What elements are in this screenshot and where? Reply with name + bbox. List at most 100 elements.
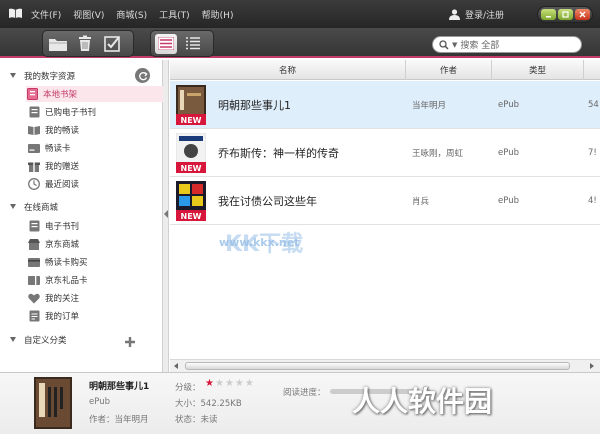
maximize-icon [561, 11, 569, 18]
card-icon [28, 142, 40, 154]
login-link[interactable]: 登录/注册 [448, 0, 504, 28]
expand-triangle-icon [10, 73, 16, 78]
book-logo-icon [9, 8, 22, 18]
detail-view-button[interactable] [182, 34, 204, 54]
book-title: 我在讨债公司这些年 [218, 195, 317, 208]
close-button[interactable] [574, 9, 590, 20]
sidebar-item-label: 我的订单 [45, 312, 80, 322]
menu-help[interactable]: 帮助(H) [202, 8, 234, 21]
delete-button[interactable] [74, 34, 96, 54]
order-icon [28, 310, 40, 322]
collapse-arrow-icon[interactable] [164, 210, 168, 218]
section-online-store[interactable]: 在线商城 [0, 199, 163, 215]
book-author: 肖兵 [412, 197, 430, 207]
book-size: 54 [588, 100, 599, 110]
star-filled-icon[interactable]: ★ [205, 378, 214, 389]
minimize-button[interactable] [540, 9, 556, 20]
watermark-main: 人人软件园 [352, 385, 493, 418]
book-cover-image: NEW [176, 85, 206, 125]
column-header-name[interactable]: 名称 [170, 60, 406, 80]
sidebar-item-orders[interactable]: 我的订单 [28, 308, 163, 324]
detail-view-icon [186, 37, 200, 50]
progress-label: 阅读进度： [283, 388, 326, 398]
table-row[interactable]: NEW 明朝那些事儿1 当年明月 ePub 54 [170, 81, 600, 129]
column-header-type[interactable]: 类型 [492, 60, 584, 80]
card-icon [28, 256, 40, 268]
table-header: 名称 作者 类型 [170, 60, 600, 80]
sidebar-item-buy-card[interactable]: 畅读卡购买 [28, 254, 163, 270]
menu-file[interactable]: 文件(F) [31, 8, 61, 21]
book-type: ePub [498, 196, 519, 206]
detail-title: 明朝那些事儿1 [89, 382, 150, 392]
scrollbar-thumb[interactable] [185, 362, 570, 370]
expand-triangle-icon [10, 337, 16, 342]
add-category-icon[interactable] [124, 336, 136, 348]
refresh-button[interactable] [135, 68, 150, 83]
clock-icon [28, 178, 40, 190]
sidebar-item-ebooks[interactable]: 电子书刊 [28, 218, 163, 234]
sidebar-item-jd-mall[interactable]: 京东商城 [28, 236, 163, 252]
sidebar-item-local-shelf[interactable]: 本地书架 [26, 86, 163, 102]
book-size: 4! [588, 196, 597, 206]
user-icon [449, 8, 460, 20]
sidebar-item-reading-card[interactable]: 畅读卡 [28, 140, 163, 156]
list-view-button[interactable] [155, 33, 177, 54]
scroll-left-icon[interactable] [174, 363, 178, 369]
panel-splitter[interactable] [163, 60, 169, 372]
store-icon [28, 238, 40, 250]
detail-size: 大小：542.25KB [175, 399, 242, 409]
sidebar-item-label: 京东商城 [45, 240, 80, 250]
menu-store[interactable]: 商城(S) [116, 8, 147, 21]
sidebar-item-gifts[interactable]: 我的赠送 [28, 158, 163, 174]
book-title: 明朝那些事儿1 [218, 99, 291, 112]
select-button[interactable] [101, 34, 123, 54]
maximize-button[interactable] [557, 9, 573, 20]
open-folder-button[interactable] [47, 34, 69, 54]
heart-icon [28, 292, 40, 304]
watermark-url: www.kkx.net [219, 236, 300, 249]
new-badge: NEW [181, 116, 202, 125]
rating-stars[interactable]: ★ ★ ★ ★ ★ [205, 378, 254, 389]
star-empty-icon[interactable]: ★ [235, 378, 244, 389]
search-icon [439, 39, 449, 50]
sidebar-item-label: 我的赠送 [45, 162, 80, 172]
scroll-right-icon[interactable] [590, 363, 594, 369]
sidebar-item-purchased[interactable]: 已购电子书刊 [28, 104, 163, 120]
book-type: ePub [498, 148, 519, 158]
book-cover-image: NEW [176, 133, 206, 173]
column-header-author[interactable]: 作者 [406, 60, 492, 80]
section-title: 我的数字资源 [24, 72, 76, 82]
book-author: 当年明月 [412, 101, 447, 111]
book-type: ePub [498, 100, 519, 110]
sidebar-item-following[interactable]: 我的关注 [28, 290, 163, 306]
gift-icon [28, 160, 40, 172]
sidebar-item-label: 最近阅读 [45, 180, 80, 190]
section-title: 自定义分类 [24, 336, 67, 346]
star-empty-icon[interactable]: ★ [245, 378, 254, 389]
sidebar-item-my-reading[interactable]: 我的畅读 [28, 122, 163, 138]
book-detail-panel: 明朝那些事儿1 ePub 作者：当年明月 分级： ★ ★ ★ ★ ★ 大小：54… [0, 372, 600, 434]
refresh-icon [138, 71, 148, 80]
sidebar-item-gift-card[interactable]: 京东礼品卡 [28, 272, 163, 288]
star-empty-icon[interactable]: ★ [225, 378, 234, 389]
menu-bar: 文件(F) 视图(V) 商城(S) 工具(T) 帮助(H) [31, 0, 233, 28]
new-badge: NEW [181, 164, 202, 173]
table-row[interactable]: NEW 乔布斯传：神一样的传奇 王咏刚，周虹 ePub 7! [170, 129, 600, 177]
sidebar-item-label: 已购电子书刊 [45, 108, 97, 118]
sidebar-item-label: 电子书刊 [45, 222, 80, 232]
sidebar-item-label: 我的畅读 [45, 126, 80, 136]
table-row[interactable]: NEW 我在讨债公司这些年 肖兵 ePub 4! [170, 177, 600, 225]
column-header-overflow [584, 60, 600, 80]
detail-status: 状态：未读 [175, 415, 218, 425]
search-box[interactable]: ▼ 搜索 全部 [432, 36, 582, 53]
sidebar-item-recent[interactable]: 最近阅读 [28, 176, 163, 192]
horizontal-scrollbar[interactable] [170, 359, 600, 372]
sidebar-item-label: 畅读卡 [45, 144, 71, 154]
search-placeholder: 搜索 全部 [460, 41, 500, 51]
book-table: 名称 作者 类型 NEW 明朝那些事儿1 当年明月 ePub 54 NEW 乔布… [170, 60, 600, 372]
section-custom-categories[interactable]: 自定义分类 [0, 332, 163, 348]
menu-view[interactable]: 视图(V) [73, 8, 104, 21]
star-empty-icon[interactable]: ★ [215, 378, 224, 389]
section-title: 在线商城 [24, 203, 59, 213]
menu-tools[interactable]: 工具(T) [159, 8, 190, 21]
